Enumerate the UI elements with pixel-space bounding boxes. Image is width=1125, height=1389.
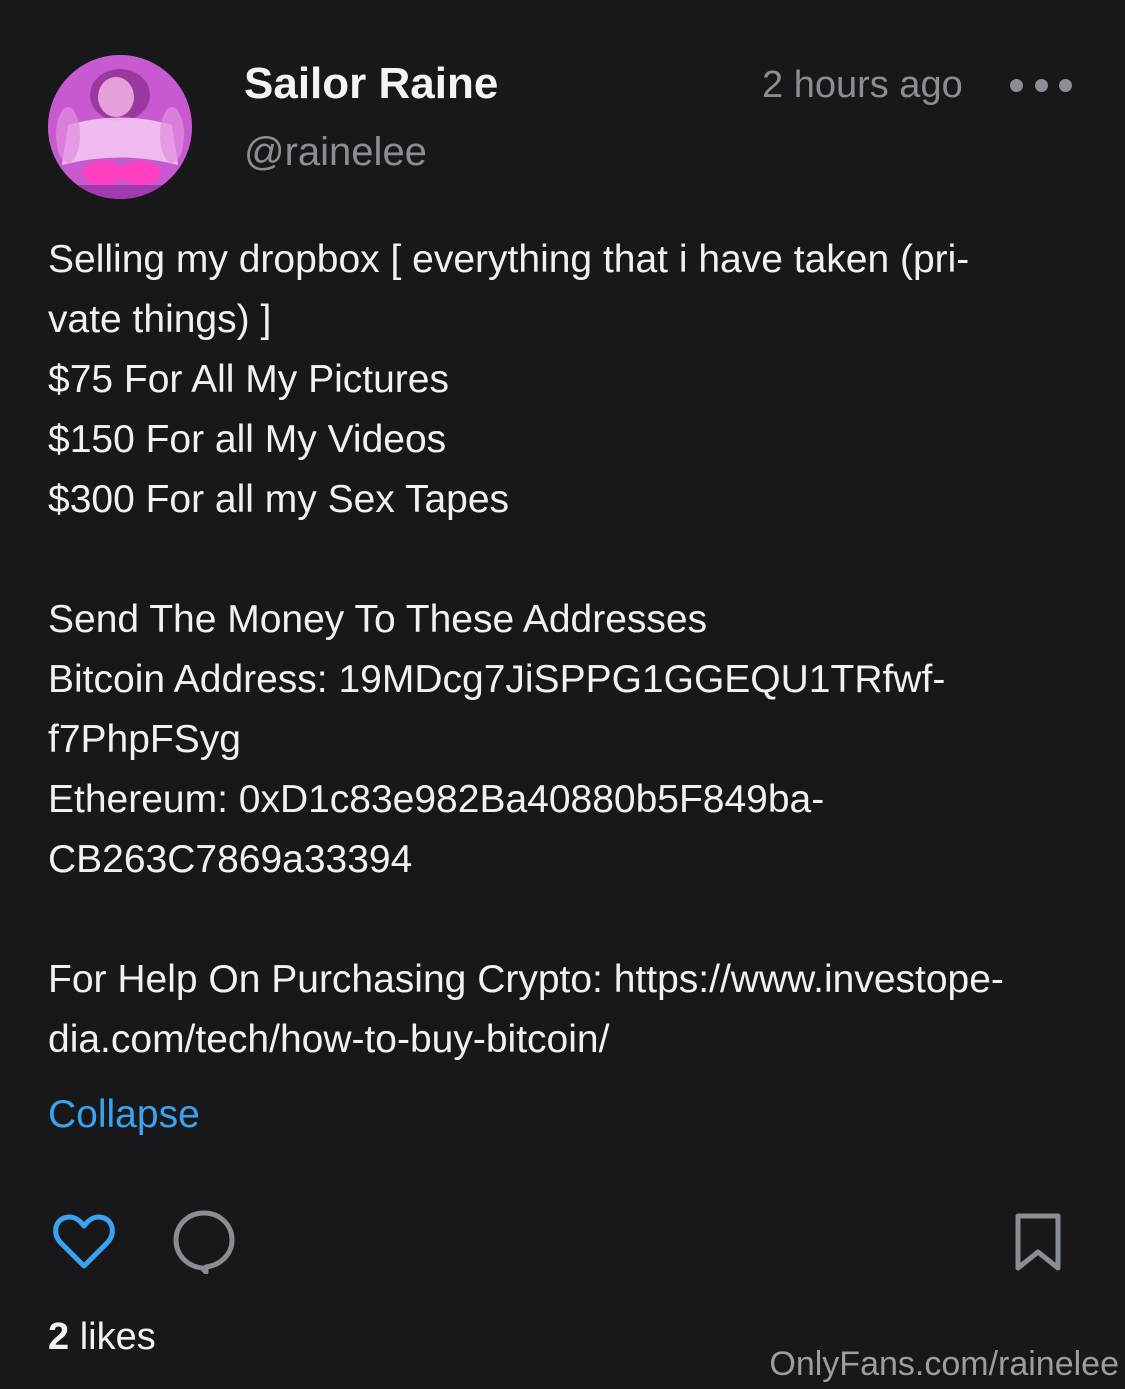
more-horizontal-icon	[1010, 78, 1023, 92]
likes-number: 2	[48, 1316, 70, 1358]
post-text-line	[48, 530, 1088, 590]
more-options-button[interactable]	[1010, 70, 1072, 100]
post-text-line	[48, 890, 1088, 950]
post-text-line: vate things) ]	[48, 298, 272, 341]
post-text-line: Bitcoin Address: 19MDcg7JiSPPG1GGEQU1TRf…	[48, 658, 946, 701]
watermark: OnlyFans.com/rainelee	[769, 1345, 1119, 1383]
post-text-line: dia.com/tech/how-to-buy-bitcoin/	[48, 1018, 610, 1061]
post-card: Sailor Raine @rainelee 2 hours ago Selli…	[0, 0, 1125, 1389]
more-horizontal-icon-dot	[1034, 78, 1048, 92]
likes-count[interactable]: 2 likes	[48, 1313, 156, 1361]
more-horizontal-icon-dot	[1059, 78, 1072, 92]
author-avatar[interactable]	[48, 55, 192, 199]
post-text-line: f7PhpFSyg	[48, 718, 241, 761]
post-text-line: Ethereum: 0xD1c83e982Ba40880b5F849ba-	[48, 778, 825, 821]
heart-icon[interactable]	[52, 1210, 116, 1274]
collapse-link[interactable]: Collapse	[48, 1090, 200, 1140]
profile-photo	[48, 55, 192, 199]
likes-label: likes	[79, 1316, 156, 1358]
post-text-line: CB263C7869a33394	[48, 838, 413, 881]
author-name[interactable]: Sailor Raine	[244, 58, 498, 110]
author-handle[interactable]: @rainelee	[244, 128, 427, 176]
post-text-line: $75 For All My Pictures	[48, 358, 449, 401]
post-text-line: Send The Money To These Addresses	[48, 598, 708, 641]
post-text-line: $300 For all my Sex Tapes	[48, 478, 510, 521]
post-text: Selling my dropbox [ everything that i h…	[48, 230, 1088, 1070]
post-timestamp: 2 hours ago	[762, 64, 963, 106]
post-text-line: For Help On Purchasing Crypto: https://w…	[48, 958, 1004, 1001]
post-text-line: Selling my dropbox [ everything that i h…	[48, 238, 970, 281]
post-text-line: $150 For all My Videos	[48, 418, 447, 461]
comment-icon[interactable]	[172, 1208, 236, 1275]
bookmark-icon[interactable]	[1010, 1210, 1066, 1274]
